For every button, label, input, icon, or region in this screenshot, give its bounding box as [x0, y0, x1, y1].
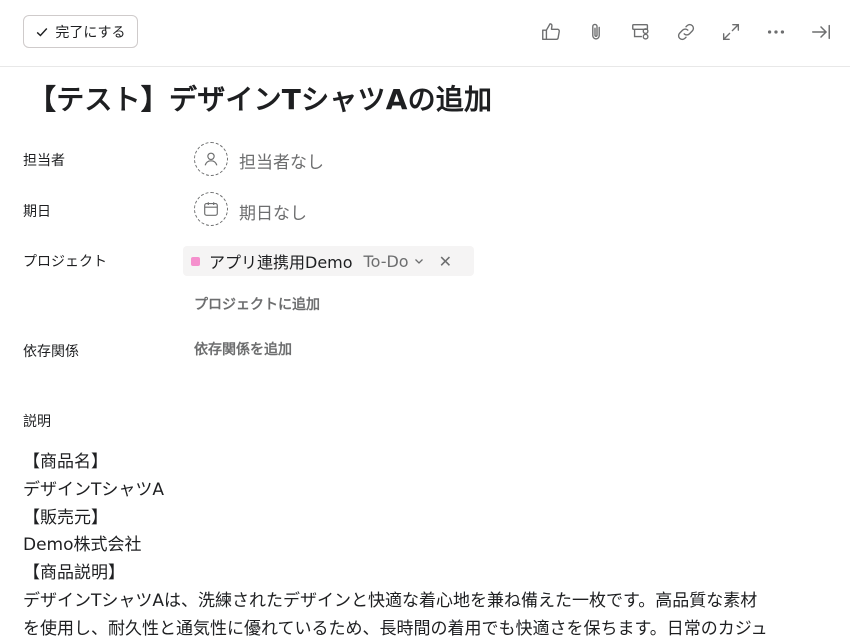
project-color-dot [191, 256, 200, 266]
checkmark-icon [37, 27, 48, 36]
project-section-dropdown[interactable]: To-Do [364, 252, 425, 271]
remove-project-icon[interactable]: ✕ [439, 252, 452, 271]
description-line: デザインTシャツA [23, 479, 165, 500]
project-label: プロジェクト [23, 254, 107, 270]
description-line: 【商品説明】 [23, 563, 125, 584]
more-icon[interactable] [763, 19, 789, 45]
description-editor[interactable]: 【商品名】 デザインTシャツA 【販売元】 Demo株式会社 【商品説明】 デザ… [23, 449, 813, 644]
description-line: を使用し、耐久性と通気性に優れているため、長時間の着用でも快適さを保ちます。日常… [23, 618, 768, 639]
calendar-icon[interactable] [194, 192, 228, 226]
project-section-label: To-Do [363, 251, 409, 271]
description-line: デザインTシャツAは、洗練されたデザインと快適な着心地を兼ね備えた一枚です。高品… [23, 590, 758, 611]
assignee-label: 担当者 [23, 153, 65, 169]
attachment-icon[interactable] [583, 19, 609, 45]
description-line: 【販売元】 [23, 507, 108, 528]
add-dependency-button[interactable]: 依存関係を追加 [194, 339, 292, 359]
user-icon[interactable] [194, 142, 228, 176]
description-line: 【商品名】 [23, 452, 108, 472]
task-title[interactable]: 【テスト】デザインTシャツAの追加 [28, 78, 492, 118]
project-name[interactable]: アプリ連携用Demo [209, 249, 353, 273]
subtask-icon[interactable] [628, 19, 654, 45]
project-pill: アプリ連携用Demo To-Do ✕ [183, 246, 474, 276]
chevron-down-icon [414, 259, 423, 264]
expand-icon[interactable] [718, 19, 744, 45]
due-date-label: 期日 [23, 204, 51, 220]
dependency-label: 依存関係 [23, 344, 79, 360]
close-panel-icon[interactable] [808, 19, 834, 45]
thumbs-up-icon[interactable] [538, 19, 564, 45]
description-line: Demo株式会社 [23, 535, 142, 556]
task-toolbar: 完了にする [0, 0, 850, 67]
link-icon[interactable] [673, 19, 699, 45]
description-label: 説明 [23, 414, 51, 430]
due-date-value[interactable]: 期日なし [239, 199, 307, 224]
assignee-value[interactable]: 担当者なし [239, 148, 324, 173]
mark-complete-button[interactable]: 完了にする [23, 15, 138, 48]
add-to-project-button[interactable]: プロジェクトに追加 [194, 294, 320, 314]
mark-complete-label: 完了にする [55, 24, 126, 41]
